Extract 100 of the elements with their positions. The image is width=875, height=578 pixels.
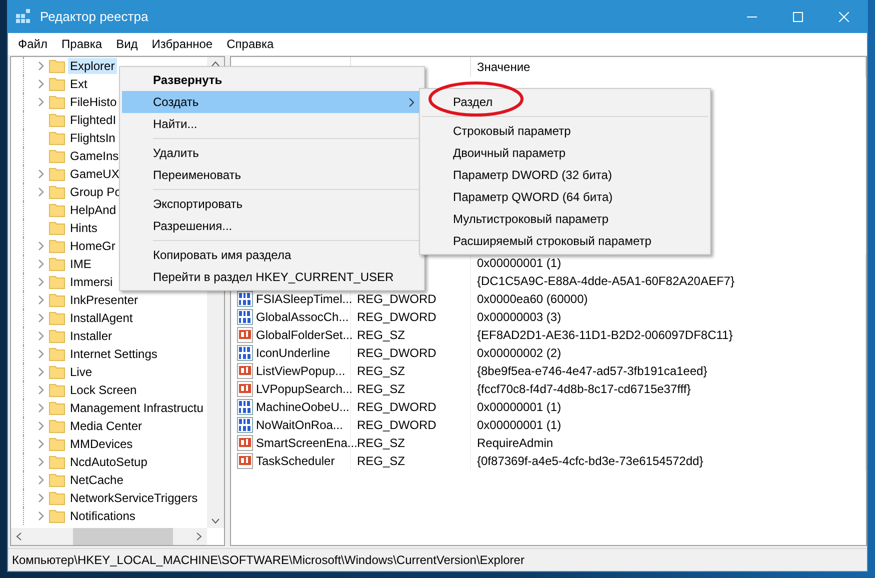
context-menu-item[interactable]: Удалить <box>122 142 422 164</box>
tree-item[interactable]: Installer <box>68 328 114 344</box>
tree-item[interactable]: HomeGr <box>68 238 118 254</box>
context-menu-item[interactable]: Разрешения... <box>122 215 422 237</box>
tree-item[interactable]: IME <box>68 256 94 272</box>
string-value-icon <box>237 435 253 451</box>
value-data: {8be9f5ea-e746-4e47-ad57-3fb191ca1eed} <box>477 364 708 378</box>
tree-item[interactable]: InstallAgent <box>68 310 135 326</box>
value-name: SmartScreenEna... <box>256 436 358 450</box>
tree-item[interactable]: GameIns <box>68 148 121 164</box>
tree-item[interactable]: NcdAutoSetup <box>68 454 150 470</box>
chevron-icon[interactable] <box>38 493 45 503</box>
column-header[interactable]: Значение <box>477 60 530 74</box>
tree-item[interactable]: Media Center <box>68 418 144 434</box>
tree-item[interactable]: NetCache <box>68 472 126 488</box>
context-menu-item[interactable]: Экспортировать <box>122 193 422 215</box>
submenu-item[interactable]: Параметр QWORD (64 бита) <box>422 186 708 208</box>
chevron-icon[interactable] <box>38 331 45 341</box>
context-menu-item[interactable]: Найти... <box>122 113 422 135</box>
chevron-icon[interactable] <box>38 187 45 197</box>
value-name: MachineOobeU... <box>256 400 350 414</box>
folder-icon <box>49 293 65 307</box>
chevron-icon[interactable] <box>38 385 45 395</box>
submenu-item[interactable]: Раздел <box>422 91 708 113</box>
chevron-icon[interactable] <box>38 349 45 359</box>
tree-item[interactable]: Lock Screen <box>68 382 139 398</box>
folder-icon <box>49 509 65 523</box>
tree-item[interactable]: Ext <box>68 76 90 92</box>
submenu-item[interactable]: Строковый параметр <box>422 120 708 142</box>
folder-icon <box>49 347 65 361</box>
chevron-icon[interactable] <box>38 439 45 449</box>
chevron-icon[interactable] <box>38 313 45 323</box>
chevron-icon[interactable] <box>38 367 45 377</box>
folder-icon <box>49 113 65 127</box>
value-data: {DC1C5A9C-E88A-4dde-A5A1-60F82A20AEF7} <box>477 274 734 288</box>
chevron-icon[interactable] <box>38 61 45 71</box>
string-value-icon <box>237 381 253 397</box>
value-name: NoWaitOnRoa... <box>256 418 343 432</box>
scroll-left-icon[interactable] <box>15 532 23 541</box>
context-menu-item[interactable]: Перейти в раздел HKEY_CURRENT_USER <box>122 266 422 288</box>
context-menu-item[interactable]: Копировать имя раздела <box>122 244 422 266</box>
value-type: REG_SZ <box>357 328 406 342</box>
chevron-icon[interactable] <box>38 241 45 251</box>
chevron-icon[interactable] <box>38 511 45 521</box>
tree-item[interactable]: FlightedI <box>68 112 118 128</box>
submenu-item[interactable]: Расширяемый строковый параметр <box>422 230 708 252</box>
menu-item[interactable]: Вид <box>109 37 145 51</box>
chevron-icon[interactable] <box>38 421 45 431</box>
value-data: 0x00000001 (1) <box>477 256 562 270</box>
window-title: Редактор реестра <box>40 9 150 24</box>
value-type: REG_SZ <box>357 364 406 378</box>
value-name: FSIASleepTimel... <box>256 292 352 306</box>
tree-item[interactable]: Management Infrastructu <box>68 400 206 416</box>
chevron-icon[interactable] <box>38 79 45 89</box>
submenu-item[interactable]: Мультистроковый параметр <box>422 208 708 230</box>
menu-item[interactable]: Справка <box>220 37 281 51</box>
folder-icon <box>49 149 65 163</box>
chevron-icon[interactable] <box>38 403 45 413</box>
binary-value-icon <box>237 345 253 361</box>
tree-item[interactable]: Notifications <box>68 508 138 524</box>
horizontal-scrollbar[interactable] <box>11 528 207 545</box>
menu-item[interactable]: Правка <box>54 37 110 51</box>
context-menu-item[interactable]: Развернуть <box>122 69 422 91</box>
chevron-icon[interactable] <box>38 277 45 287</box>
context-menu-item[interactable]: Создать <box>122 91 422 113</box>
value-type: REG_SZ <box>357 454 406 468</box>
tree-item[interactable]: FileHisto <box>68 94 119 110</box>
menu-item[interactable]: Файл <box>11 37 55 51</box>
folder-icon <box>49 185 65 199</box>
string-value-icon <box>237 453 253 469</box>
folder-icon <box>49 437 65 451</box>
tree-item[interactable]: FlightsIn <box>68 130 118 146</box>
value-type: REG_DWORD <box>357 346 436 360</box>
chevron-icon[interactable] <box>38 457 45 467</box>
menu-item[interactable]: Избранное <box>144 37 220 51</box>
chevron-icon[interactable] <box>38 295 45 305</box>
context-menu-item[interactable]: Переименовать <box>122 164 422 186</box>
submenu-item[interactable]: Параметр DWORD (32 бита) <box>422 164 708 186</box>
tree-item[interactable]: Explorer <box>68 58 117 74</box>
value-name: TaskScheduler <box>256 454 335 468</box>
value-data: {0f87369f-a4e5-4cfc-bd3e-73e6154572dd} <box>477 454 704 468</box>
tree-item[interactable]: HelpAnd <box>68 202 118 218</box>
registry-editor-icon <box>16 8 32 24</box>
tree-item[interactable]: Immersi <box>68 274 115 290</box>
folder-icon <box>49 239 65 253</box>
chevron-icon[interactable] <box>38 169 45 179</box>
chevron-icon[interactable] <box>38 97 45 107</box>
tree-item[interactable]: Live <box>68 364 94 380</box>
tree-item[interactable]: Internet Settings <box>68 346 160 362</box>
submenu-item[interactable]: Двоичный параметр <box>422 142 708 164</box>
scroll-right-icon[interactable] <box>195 532 203 541</box>
string-value-icon <box>237 327 253 343</box>
binary-value-icon <box>237 309 253 325</box>
chevron-icon[interactable] <box>38 259 45 269</box>
chevron-icon[interactable] <box>38 475 45 485</box>
tree-item[interactable]: GameUX <box>68 166 122 182</box>
tree-item[interactable]: InkPresenter <box>68 292 140 308</box>
tree-item[interactable]: Hints <box>68 220 100 236</box>
tree-item[interactable]: MMDevices <box>68 436 135 452</box>
tree-item[interactable]: NetworkServiceTriggers <box>68 490 200 506</box>
